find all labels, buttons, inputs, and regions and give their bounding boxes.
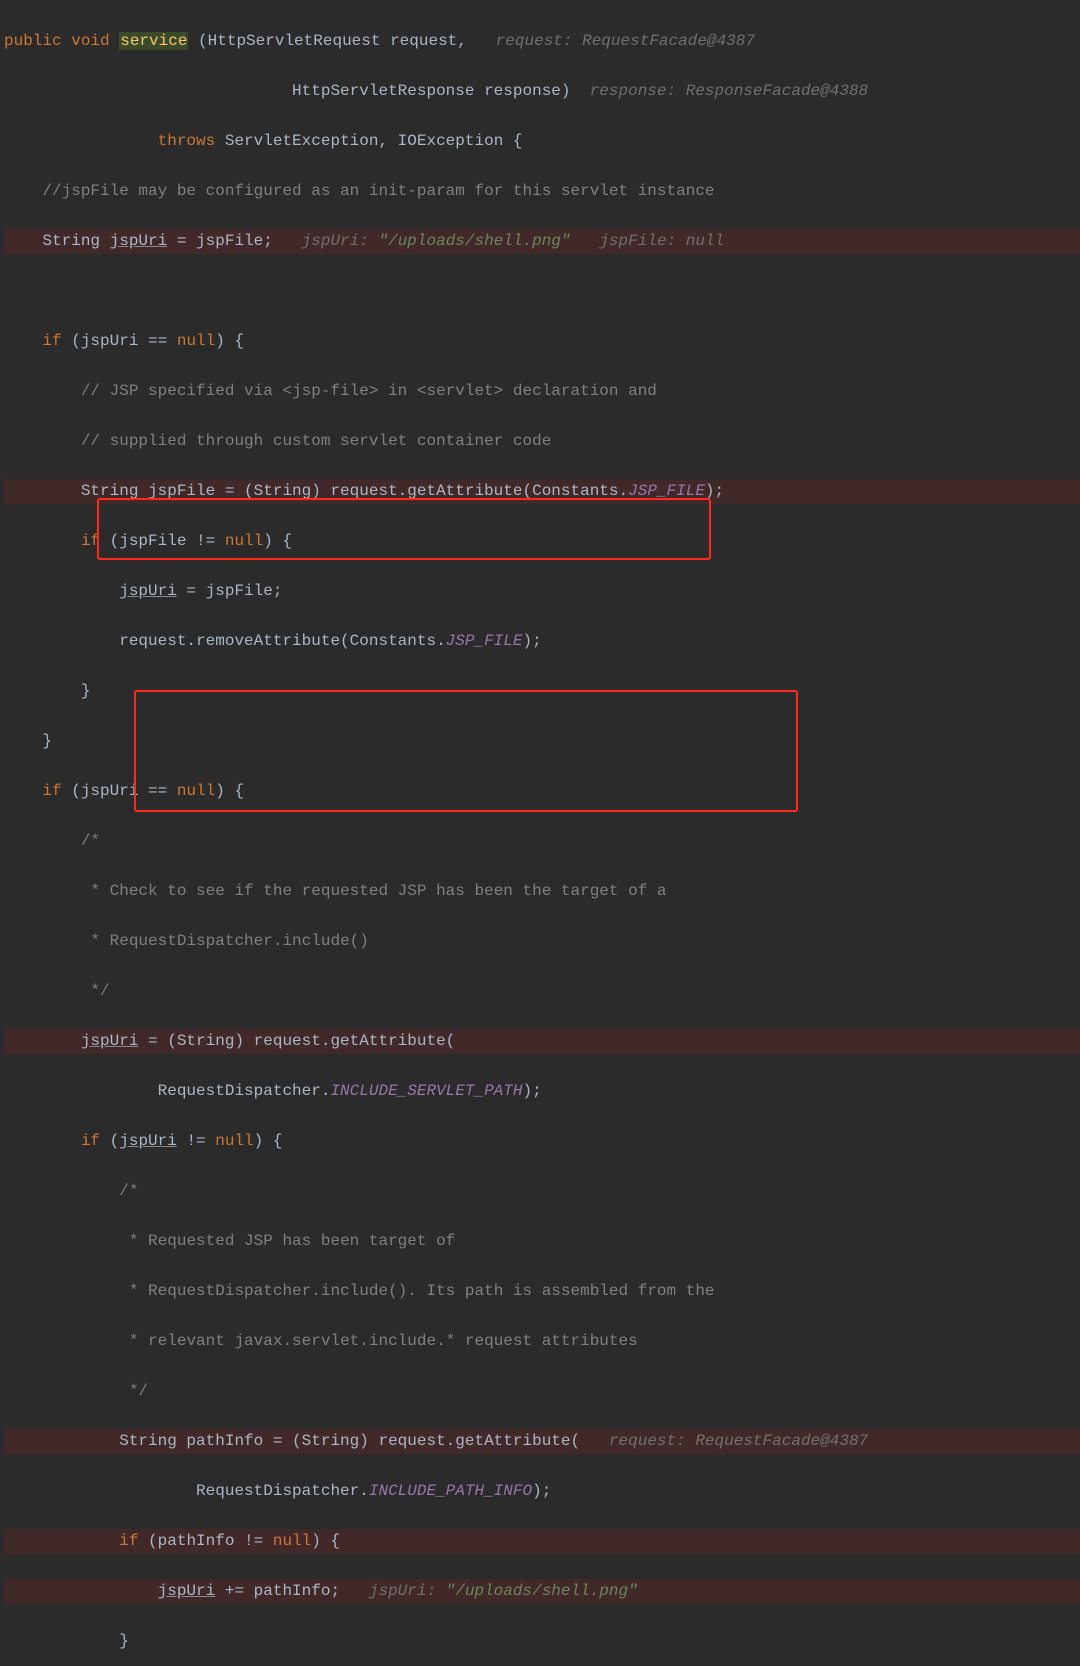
code-line: * Check to see if the requested JSP has … xyxy=(4,879,1080,904)
code-line: */ xyxy=(4,1379,1080,1404)
code-line: } xyxy=(4,1629,1080,1654)
code-line-debug: String pathInfo = (String) request.getAt… xyxy=(4,1429,1080,1454)
code-line: if (jspUri == null) { xyxy=(4,329,1080,354)
code-line: RequestDispatcher.INCLUDE_SERVLET_PATH); xyxy=(4,1079,1080,1104)
code-line: //jspFile may be configured as an init-p… xyxy=(4,179,1080,204)
code-editor[interactable]: public void service (HttpServletRequest … xyxy=(0,0,1080,1666)
code-line: */ xyxy=(4,979,1080,1004)
code-line: // supplied through custom servlet conta… xyxy=(4,429,1080,454)
code-line-debug: jspUri += pathInfo; jspUri: "/uploads/sh… xyxy=(4,1579,1080,1604)
code-line-debug: String jspUri = jspFile; jspUri: "/uploa… xyxy=(4,229,1080,254)
code-line-debug: String jspFile = (String) request.getAtt… xyxy=(4,479,1080,504)
code-line: public void service (HttpServletRequest … xyxy=(4,29,1080,54)
code-line: // JSP specified via <jsp-file> in <serv… xyxy=(4,379,1080,404)
code-line: jspUri = jspFile; xyxy=(4,579,1080,604)
code-line xyxy=(4,279,1080,304)
debug-hint: response: ResponseFacade@4388 xyxy=(590,82,868,100)
code-line: * relevant javax.servlet.include.* reque… xyxy=(4,1329,1080,1354)
code-line: /* xyxy=(4,1179,1080,1204)
debug-hint: request: RequestFacade@4387 xyxy=(609,1432,868,1450)
code-line: RequestDispatcher.INCLUDE_PATH_INFO); xyxy=(4,1479,1080,1504)
code-line: HttpServletResponse response) response: … xyxy=(4,79,1080,104)
code-line: } xyxy=(4,729,1080,754)
code-line: throws ServletException, IOException { xyxy=(4,129,1080,154)
code-line: if (jspFile != null) { xyxy=(4,529,1080,554)
code-line: * RequestDispatcher.include() xyxy=(4,929,1080,954)
debug-hint: request: RequestFacade@4387 xyxy=(496,32,755,50)
code-line: } xyxy=(4,679,1080,704)
code-line-debug: if (pathInfo != null) { xyxy=(4,1529,1080,1554)
code-line-debug: jspUri = (String) request.getAttribute( xyxy=(4,1029,1080,1054)
code-line: request.removeAttribute(Constants.JSP_FI… xyxy=(4,629,1080,654)
code-line: if (jspUri != null) { xyxy=(4,1129,1080,1154)
method-name-highlight: service xyxy=(119,32,188,50)
code-line: * RequestDispatcher.include(). Its path … xyxy=(4,1279,1080,1304)
code-line: * Requested JSP has been target of xyxy=(4,1229,1080,1254)
code-line: if (jspUri == null) { xyxy=(4,779,1080,804)
